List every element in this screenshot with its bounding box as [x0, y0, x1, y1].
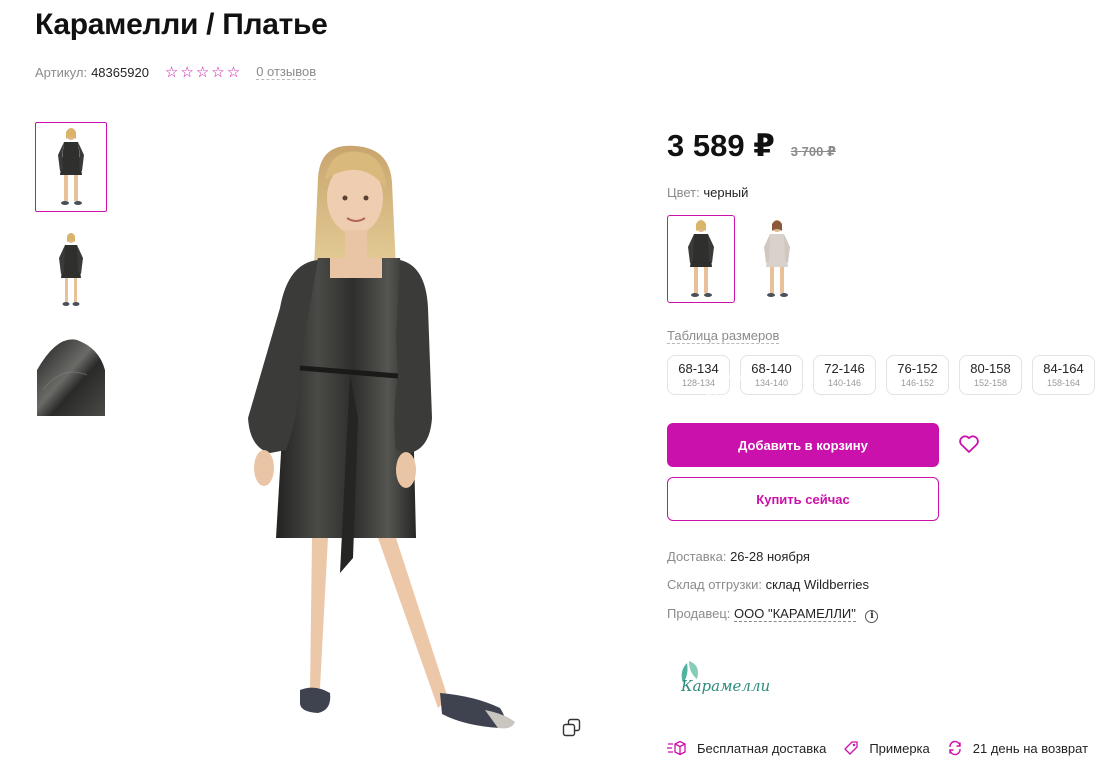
- expand-icon[interactable]: [562, 718, 582, 738]
- star-icon: ☆: [180, 63, 194, 81]
- color-row: Цвет: черный: [667, 185, 748, 200]
- color-value: черный: [703, 185, 749, 200]
- size-option[interactable]: 76-152 146-152: [886, 355, 949, 395]
- color-swatches: [667, 215, 811, 303]
- dress-photo-thumbnail: [58, 128, 84, 205]
- dress-photo-thumbnail: [59, 233, 83, 306]
- size-option[interactable]: 80-158 152-158: [959, 355, 1022, 395]
- add-to-cart-button[interactable]: Добавить в корзину: [667, 423, 939, 467]
- color-swatch-black[interactable]: [667, 215, 735, 303]
- dress-photo-thumbnail: [688, 220, 714, 297]
- thumbnail-3[interactable]: [35, 328, 107, 418]
- fabric-closeup-thumbnail: [37, 339, 105, 416]
- heart-icon[interactable]: [957, 432, 981, 456]
- star-icon: ☆: [211, 63, 225, 81]
- thumbnail-2[interactable]: [35, 225, 107, 315]
- star-icon: ☆: [164, 63, 179, 81]
- dress-photo-thumbnail: [764, 220, 790, 297]
- feature-free-delivery: Бесплатная доставка: [667, 740, 826, 756]
- article-value: 48365920: [91, 64, 149, 80]
- warehouse-row: Склад отгрузки: склад Wildberries: [667, 577, 869, 592]
- size-ru: 80-158: [970, 361, 1011, 376]
- delivery-row: Доставка: 26-28 ноября: [667, 549, 810, 564]
- product-meta: Артикул: 48365920 ☆ ☆ ☆ ☆ ☆ 0 отзывов: [35, 64, 317, 80]
- delivery-value: 26-28 ноября: [730, 549, 810, 564]
- size-intl: 146-152: [900, 378, 935, 388]
- feature-label: Бесплатная доставка: [697, 740, 827, 756]
- size-intl: 152-158: [973, 378, 1008, 388]
- product-title: Карамелли / Платье: [35, 8, 328, 41]
- size-table-link[interactable]: Таблица размеров: [667, 328, 780, 344]
- warehouse-label: Склад отгрузки:: [667, 577, 762, 592]
- old-price: 3 700 ₽: [790, 144, 836, 159]
- current-price: 3 589 ₽: [667, 128, 775, 163]
- color-swatch-beige[interactable]: [743, 215, 811, 303]
- rating-stars: ☆ ☆ ☆ ☆ ☆: [165, 65, 240, 80]
- feature-return: 21 день на возврат: [947, 740, 1088, 756]
- size-option[interactable]: 68-134 128-134: [667, 355, 730, 395]
- info-icon[interactable]: i: [865, 610, 879, 623]
- return-icon: [949, 740, 961, 756]
- size-option[interactable]: 72-146 140-146: [813, 355, 876, 395]
- size-option[interactable]: 68-140 134-140: [740, 355, 803, 395]
- article-label: Артикул:: [35, 64, 88, 80]
- size-intl: 134-140: [754, 378, 789, 388]
- feature-fitting: Примерка: [843, 740, 930, 756]
- brand-logo[interactable]: Карамелли: [675, 655, 785, 705]
- star-icon: ☆: [226, 63, 241, 81]
- brand-logo-text: Карамелли: [680, 677, 770, 695]
- warehouse-value: склад Wildberries: [765, 577, 869, 592]
- features-bar: Бесплатная доставка Примерка 21 день на …: [667, 740, 1110, 756]
- feature-label: 21 день на возврат: [972, 740, 1089, 756]
- size-ru: 76-152: [897, 361, 938, 376]
- size-ru: 68-140: [751, 361, 792, 376]
- delivery-label: Доставка:: [667, 549, 727, 564]
- thumbnail-1[interactable]: [35, 122, 107, 212]
- size-ru: 68-134: [678, 361, 719, 376]
- size-option[interactable]: 84-164 158-164: [1032, 355, 1095, 395]
- size-intl: 158-164: [1046, 378, 1081, 388]
- color-label: Цвет:: [667, 185, 700, 200]
- seller-row: Продавец: ООО "КАРАМЕЛЛИ" i: [667, 606, 879, 623]
- box-icon: [667, 740, 686, 756]
- reviews-link[interactable]: 0 отзывов: [256, 64, 317, 80]
- size-ru: 84-164: [1043, 361, 1084, 376]
- size-intl: 128-134: [681, 378, 716, 388]
- feature-label: Примерка: [869, 740, 930, 756]
- size-ru: 72-146: [824, 361, 865, 376]
- seller-link[interactable]: ООО "КАРАМЕЛЛИ": [734, 606, 856, 622]
- thumbnail-list: [35, 122, 107, 431]
- size-intl: 140-146: [827, 378, 862, 388]
- seller-label: Продавец:: [667, 606, 731, 621]
- star-icon: ☆: [195, 63, 210, 81]
- size-list: 68-134 128-134 68-140 134-140 72-146 140…: [667, 355, 1107, 397]
- tag-icon: [844, 741, 858, 755]
- buy-now-button[interactable]: Купить сейчас: [667, 477, 939, 521]
- price-block: 3 589 ₽ 3 700 ₽: [667, 128, 836, 164]
- main-product-photo[interactable]: [200, 118, 600, 748]
